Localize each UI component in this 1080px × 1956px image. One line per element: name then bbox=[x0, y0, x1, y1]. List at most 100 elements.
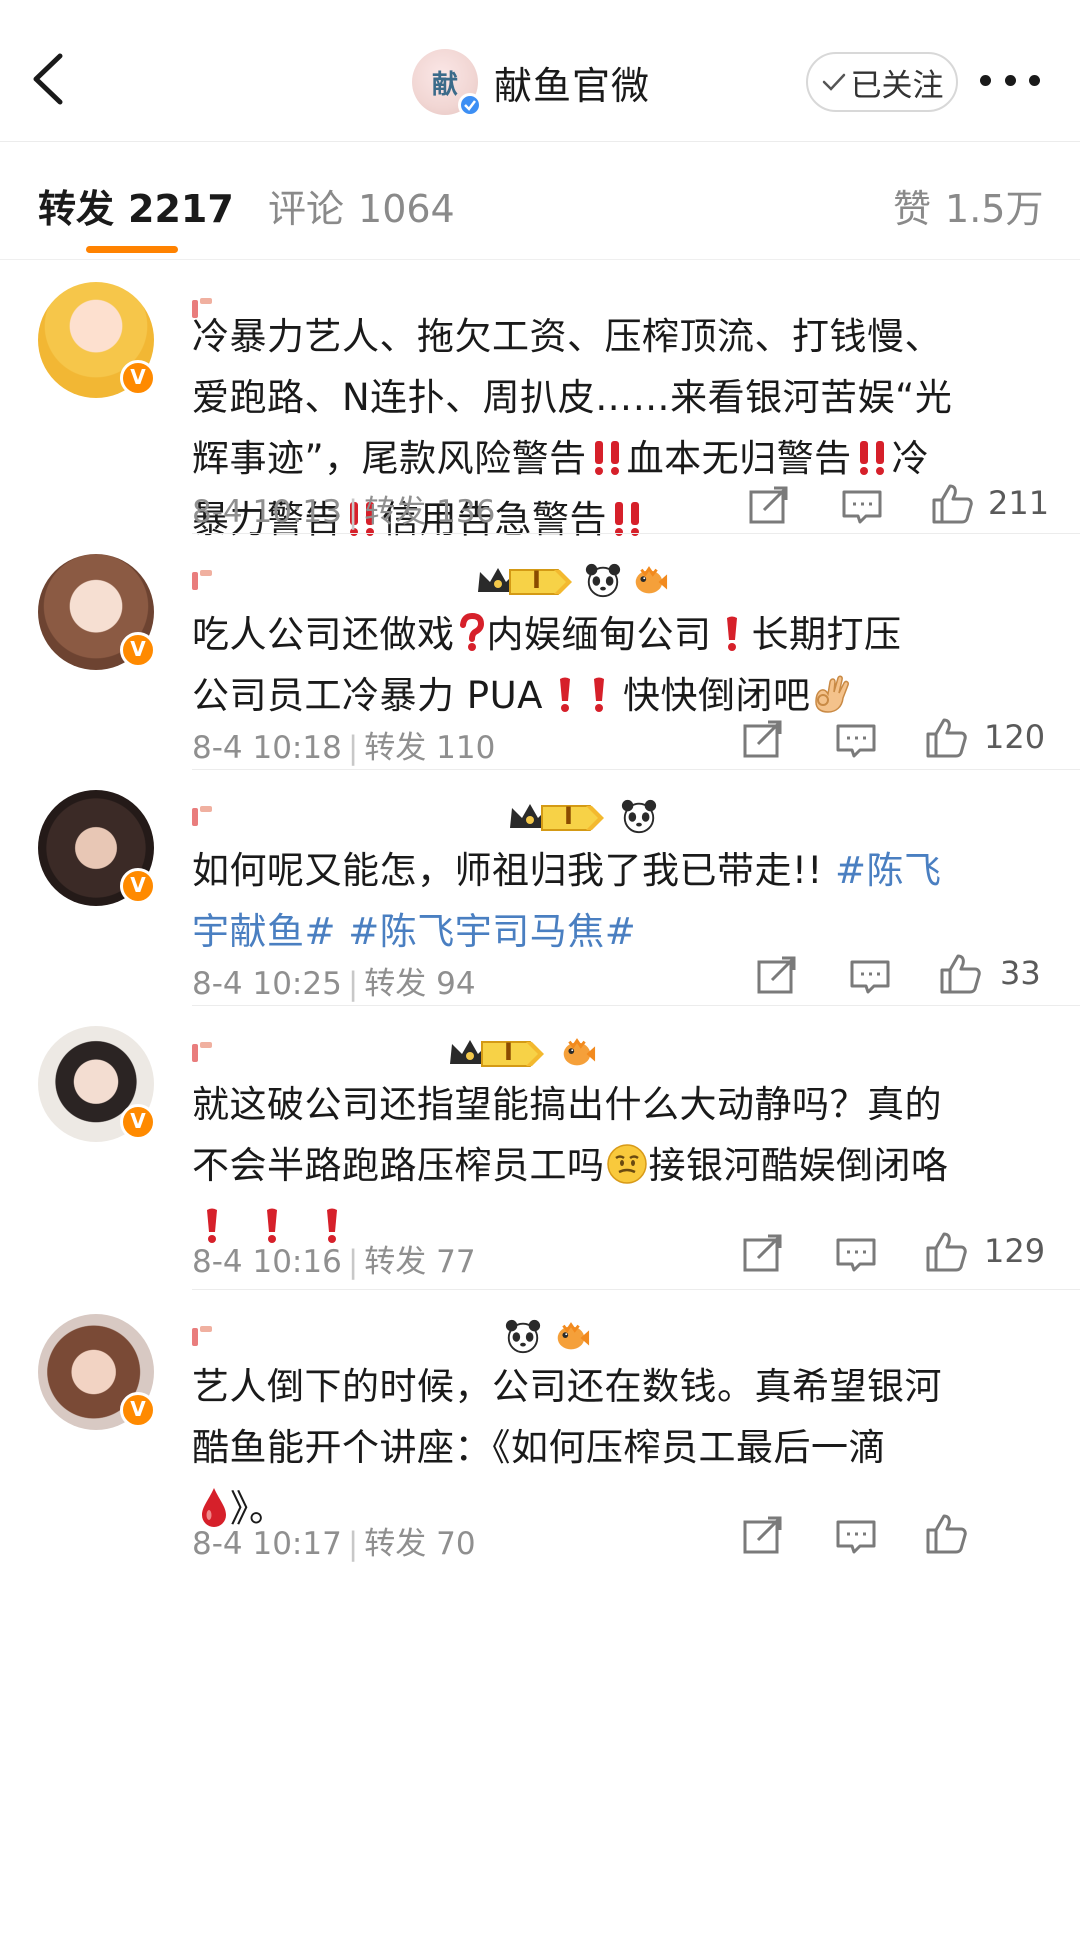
comment-icon[interactable] bbox=[834, 1232, 878, 1276]
verified-v-icon: V bbox=[120, 1392, 156, 1428]
account-avatar-text: 献 bbox=[431, 69, 458, 100]
exclamation-icon bbox=[587, 674, 611, 714]
repost-item[interactable]: V 艺人倒下的时候，公司还在数钱。真希望银河 酷鱼能开个讲座：《如何压榨员工最后… bbox=[0, 1290, 1080, 1956]
text-line: 长期打压 bbox=[751, 613, 902, 656]
timestamp: 8-4 10:16 bbox=[192, 1244, 342, 1280]
top-navigation-bar: 献 献鱼官微 已关注 bbox=[0, 0, 1080, 142]
like-icon[interactable] bbox=[924, 716, 968, 760]
fish-icon bbox=[630, 562, 668, 600]
more-options-button[interactable] bbox=[980, 70, 1040, 90]
user-avatar[interactable]: V bbox=[38, 554, 156, 670]
tab-label: 评论 bbox=[268, 187, 345, 231]
account-avatar[interactable]: 献 bbox=[412, 49, 482, 117]
tab-label: 赞 bbox=[893, 187, 932, 231]
hashtag-link[interactable]: #陈飞 bbox=[835, 849, 942, 892]
repost-count: 转发 110 bbox=[364, 730, 496, 766]
level-badge-label: I bbox=[532, 566, 541, 594]
comment-icon[interactable] bbox=[834, 718, 878, 762]
tab-likes[interactable]: 赞 1.5万 bbox=[893, 178, 1043, 233]
text-line: 内娱缅甸公司 bbox=[486, 613, 712, 656]
question-mark-icon bbox=[455, 613, 487, 653]
more-dot-icon bbox=[1029, 74, 1040, 86]
repost-meta: 8-4 10:18 | 转发 110 bbox=[192, 730, 496, 766]
like-count: 33 bbox=[1000, 954, 1041, 992]
repost-count: 转发 77 bbox=[364, 1244, 476, 1280]
verified-v-icon: V bbox=[120, 868, 156, 904]
chevron-left-icon bbox=[33, 53, 63, 105]
verified-v-icon: V bbox=[120, 360, 156, 396]
repost-item[interactable]: V 冷暴力艺人、拖欠工资、压榨顶流、打钱慢、 爱跑路、N连扑、周扒皮……来看银河… bbox=[0, 262, 1080, 541]
panda-icon bbox=[620, 798, 658, 836]
username-blurred[interactable] bbox=[192, 1318, 792, 1360]
like-icon[interactable] bbox=[930, 482, 974, 526]
panda-icon bbox=[584, 562, 622, 600]
text-line: 冷 bbox=[891, 437, 930, 480]
more-dot-icon bbox=[1004, 74, 1016, 86]
like-icon[interactable] bbox=[938, 952, 982, 996]
share-icon[interactable] bbox=[740, 1232, 784, 1276]
active-tab-indicator bbox=[86, 246, 178, 253]
follow-label: 已关注 bbox=[850, 67, 944, 104]
text-line: 血本无归警告 bbox=[626, 437, 852, 480]
share-icon[interactable] bbox=[740, 1514, 784, 1558]
tab-count: 1064 bbox=[358, 187, 455, 231]
text-line: 酷鱼能开个讲座：《如何压榨员工最后一滴 bbox=[192, 1426, 886, 1469]
fish-icon bbox=[558, 1034, 596, 1072]
repost-text: 如何呢又能怎，师祖归我了我已带走!! #陈飞 宇献鱼# #陈飞宇司马焦# bbox=[192, 840, 1032, 962]
text-line: 冷暴力艺人、拖欠工资、压榨顶流、打钱慢、 bbox=[192, 315, 942, 358]
username-blurred[interactable]: I bbox=[192, 1034, 792, 1076]
like-count: 120 bbox=[984, 718, 1046, 756]
user-avatar[interactable]: V bbox=[38, 1026, 156, 1142]
repost-meta: 8-4 10:13 | 转发 136 bbox=[192, 494, 496, 530]
level-badge-label: I bbox=[504, 1038, 513, 1066]
repost-count: 转发 70 bbox=[364, 1526, 476, 1562]
level-badge-icon bbox=[446, 1034, 546, 1074]
like-icon[interactable] bbox=[924, 1512, 968, 1556]
verified-v-icon: V bbox=[120, 1104, 156, 1140]
username-blurred[interactable]: I bbox=[192, 798, 792, 840]
share-icon[interactable] bbox=[754, 954, 798, 998]
comment-icon[interactable] bbox=[848, 954, 892, 998]
tab-reposts[interactable]: 转发 2217 bbox=[38, 178, 234, 233]
username-blurred[interactable]: I bbox=[192, 562, 792, 604]
text-line: 爱跑路、N连扑、周扒皮……来看银河苦娱“光 bbox=[192, 376, 953, 419]
repost-text: 吃人公司还做戏 内娱缅甸公司 长期打压 公司员工冷暴力 PUA 快快倒闭吧 bbox=[192, 604, 1032, 726]
hashtag-link[interactable]: #陈飞宇司马焦# bbox=[348, 910, 636, 953]
text-line: 就这破公司还指望能搞出什么大动静吗？真的 bbox=[192, 1083, 942, 1126]
repost-meta: 8-4 10:25 | 转发 94 bbox=[192, 966, 476, 1002]
username-fragment bbox=[192, 1324, 214, 1350]
user-avatar[interactable]: V bbox=[38, 790, 156, 906]
comment-icon[interactable] bbox=[840, 484, 884, 528]
repost-item[interactable]: V I 吃人公司还做戏 内娱缅甸公司 长期打压 公司员工冷暴力 PUA 快快倒闭吧 8… bbox=[0, 534, 1080, 770]
tab-count: 1.5万 bbox=[945, 187, 1044, 231]
repost-meta: 8-4 10:16 | 转发 77 bbox=[192, 1244, 476, 1280]
repost-count: 转发 136 bbox=[364, 494, 496, 530]
level-badge-icon bbox=[474, 562, 574, 602]
exclamation-icon bbox=[553, 674, 577, 714]
follow-button[interactable]: 已关注 bbox=[806, 52, 958, 112]
share-icon[interactable] bbox=[746, 484, 790, 528]
hashtag-link[interactable]: 宇献鱼# bbox=[192, 910, 336, 953]
like-icon[interactable] bbox=[924, 1230, 968, 1274]
text-line: 辉事迹”，尾款风险警告 bbox=[192, 437, 587, 480]
level-badge-label: I bbox=[564, 802, 573, 830]
account-header[interactable]: 献 献鱼官微 bbox=[412, 46, 650, 118]
user-avatar[interactable]: V bbox=[38, 282, 156, 398]
share-icon[interactable] bbox=[740, 718, 784, 762]
double-exclamation-icon bbox=[607, 498, 647, 538]
tab-label: 转发 bbox=[38, 187, 115, 231]
account-name[interactable]: 献鱼官微 bbox=[494, 55, 650, 110]
timestamp: 8-4 10:25 bbox=[192, 966, 342, 1002]
repost-text: 就这破公司还指望能搞出什么大动静吗？真的 不会半路跑路压榨员工吗 接银河酷娱倒闭咯 bbox=[192, 1074, 1032, 1257]
text-line: 快快倒闭吧 bbox=[622, 674, 811, 717]
check-icon bbox=[822, 73, 845, 91]
username-fragment bbox=[192, 804, 214, 830]
user-avatar[interactable]: V bbox=[38, 1314, 156, 1430]
comment-icon[interactable] bbox=[834, 1514, 878, 1558]
back-button[interactable] bbox=[24, 46, 74, 112]
repost-meta: 8-4 10:17 | 转发 70 bbox=[192, 1526, 476, 1562]
repost-item[interactable]: V I 就这破公司还指望能搞出什么大动静吗？真的 不会半路跑路压榨员工吗 接银河酷… bbox=[0, 1006, 1080, 1290]
tab-comments[interactable]: 评论 1064 bbox=[268, 178, 455, 233]
repost-item[interactable]: V I 如何呢又能怎，师祖归我了我已带走!! #陈飞 宇献鱼# #陈飞宇司马焦#… bbox=[0, 770, 1080, 1006]
exclamation-icon bbox=[720, 613, 744, 653]
